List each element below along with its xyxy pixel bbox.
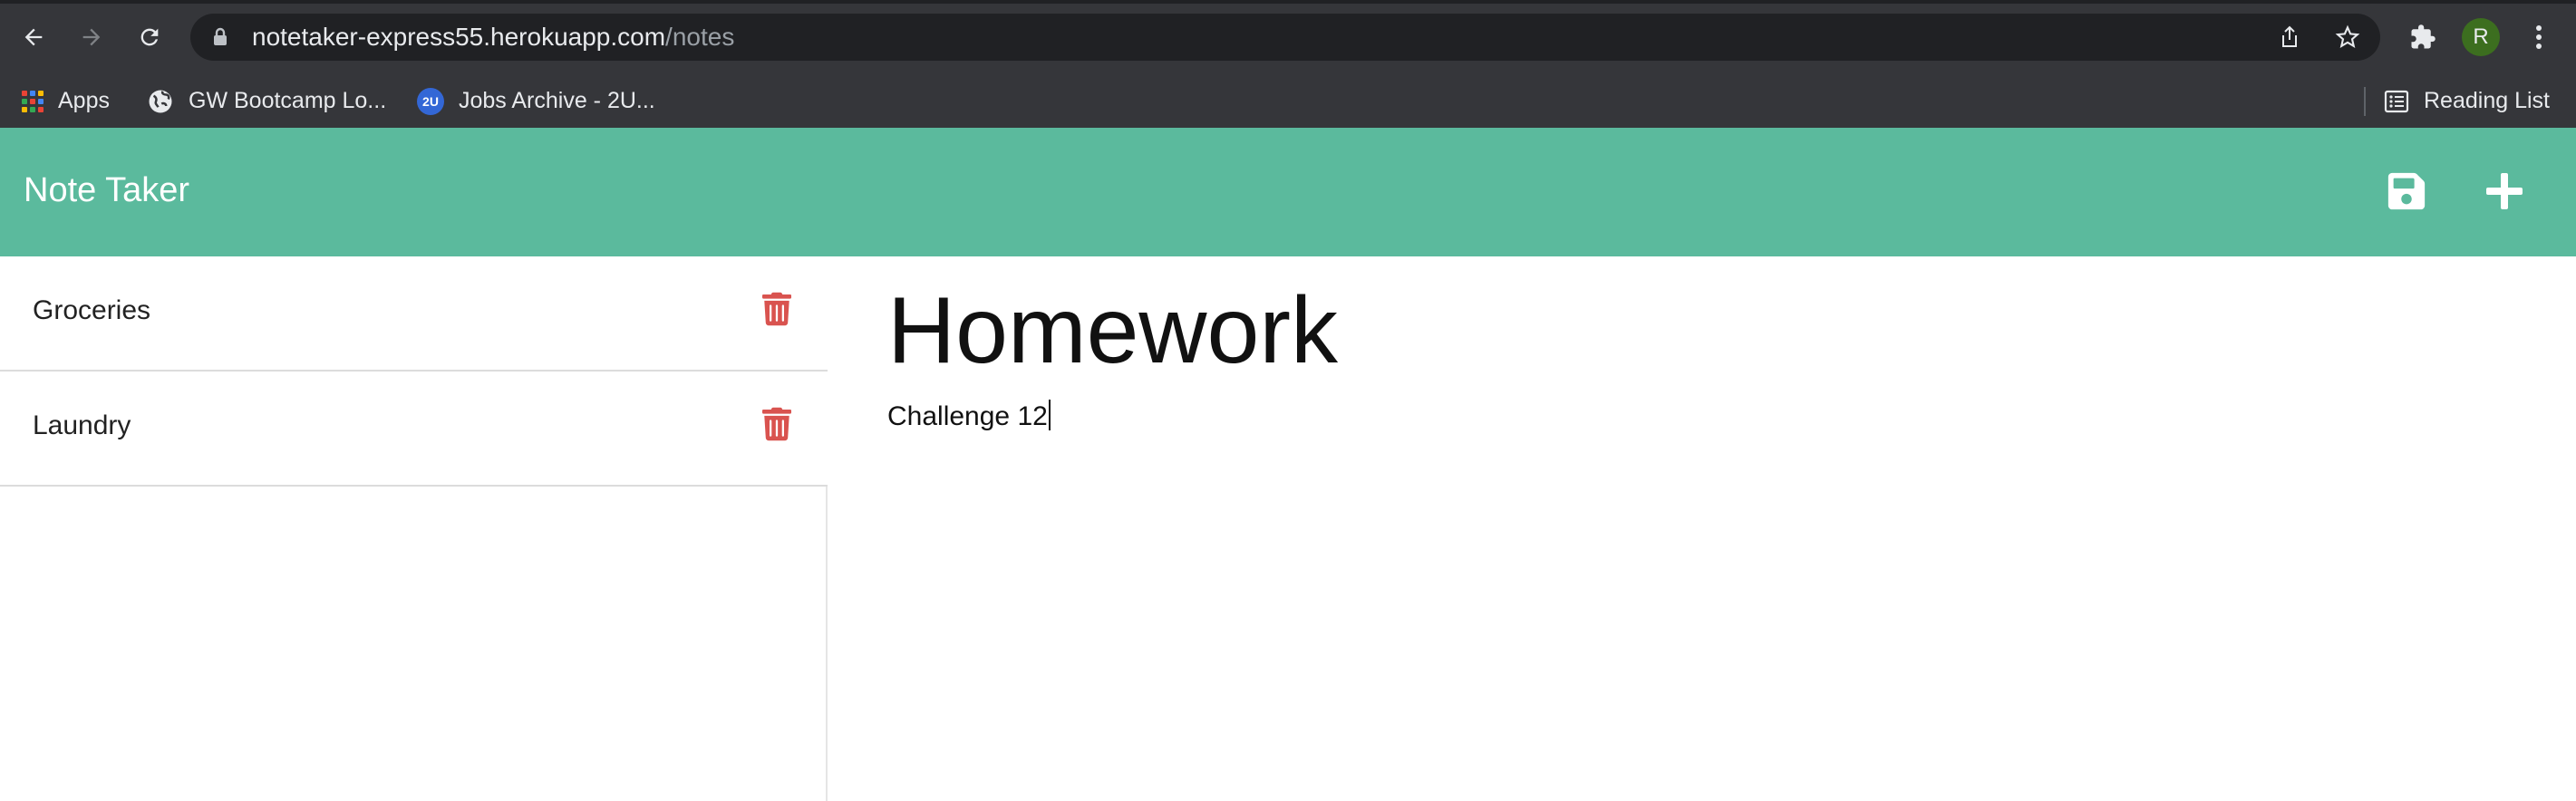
arrow-right-icon bbox=[82, 28, 101, 46]
note-textarea[interactable]: Challenge 12 bbox=[887, 399, 1051, 435]
puzzle-icon bbox=[2411, 24, 2436, 49]
reading-list-button[interactable]: Reading List bbox=[2384, 74, 2550, 128]
delete-note-button[interactable] bbox=[758, 405, 796, 443]
trash-icon bbox=[762, 407, 791, 441]
floppy-disk-icon bbox=[2387, 172, 2426, 210]
browser-chrome: notetaker-express55.herokuapp.com/notes … bbox=[0, 0, 2576, 128]
star-icon bbox=[2335, 24, 2360, 48]
bookmark-star-button[interactable] bbox=[2335, 24, 2360, 50]
app-navbar: Note Taker bbox=[0, 128, 2576, 256]
note-list: Groceries Laundry bbox=[0, 256, 828, 801]
share-icon bbox=[2282, 25, 2297, 47]
2u-logo-icon: 2U bbox=[417, 87, 444, 115]
address-bar[interactable]: notetaker-express55.herokuapp.com/notes bbox=[190, 14, 2380, 61]
bookmark-jobs-archive[interactable]: 2U Jobs Archive - 2U... bbox=[417, 74, 655, 128]
bookmarks-bar: Apps GW Bootcamp Lo... 2U Jobs Archive -… bbox=[0, 74, 2576, 128]
plus-icon bbox=[2486, 173, 2523, 209]
delete-note-button[interactable] bbox=[758, 290, 796, 328]
note-list-title[interactable]: Groceries bbox=[33, 293, 150, 329]
bookmarks-divider bbox=[2364, 87, 2366, 116]
save-note-button[interactable] bbox=[2379, 164, 2434, 218]
browser-menu-button[interactable] bbox=[2520, 18, 2558, 56]
reading-list-icon bbox=[2384, 90, 2409, 113]
note-list-title[interactable]: Laundry bbox=[33, 408, 131, 444]
list-item-laundry[interactable]: Laundry bbox=[0, 372, 828, 487]
trash-icon bbox=[762, 292, 791, 326]
globe-icon bbox=[147, 88, 174, 115]
lock-icon bbox=[214, 27, 227, 45]
bookmark-label: Jobs Archive - 2U... bbox=[459, 88, 655, 113]
bookmark-label: Apps bbox=[58, 88, 110, 113]
reading-list-label: Reading List bbox=[2424, 88, 2550, 113]
note-title-input[interactable]: Homework bbox=[887, 276, 1338, 385]
note-text: Challenge 12 bbox=[887, 401, 1048, 431]
arrow-left-icon bbox=[24, 28, 43, 46]
url-path: /notes bbox=[665, 23, 735, 51]
list-item-groceries[interactable]: Groceries bbox=[0, 256, 828, 372]
profile-avatar[interactable]: R bbox=[2462, 18, 2500, 56]
new-note-button[interactable] bbox=[2477, 164, 2532, 218]
forward-button[interactable] bbox=[73, 18, 111, 56]
reload-button[interactable] bbox=[131, 18, 169, 56]
share-button[interactable] bbox=[2277, 24, 2302, 50]
url-host: notetaker-express55.herokuapp.com bbox=[252, 23, 666, 51]
bookmark-apps[interactable]: Apps bbox=[22, 74, 110, 128]
bookmark-label: GW Bootcamp Lo... bbox=[189, 88, 387, 113]
text-caret bbox=[1048, 400, 1051, 430]
back-button[interactable] bbox=[15, 18, 53, 56]
note-editor: Homework Challenge 12 bbox=[829, 256, 2576, 801]
url-text[interactable]: notetaker-express55.herokuapp.com/notes bbox=[252, 23, 734, 52]
bookmark-gw-bootcamp[interactable]: GW Bootcamp Lo... bbox=[147, 74, 386, 128]
tab-strip-edge bbox=[0, 0, 2576, 4]
reload-icon bbox=[140, 28, 159, 46]
apps-grid-icon bbox=[22, 90, 44, 112]
extensions-button[interactable] bbox=[2404, 18, 2442, 56]
app-title[interactable]: Note Taker bbox=[24, 169, 189, 211]
kebab-menu-icon bbox=[2536, 25, 2542, 49]
